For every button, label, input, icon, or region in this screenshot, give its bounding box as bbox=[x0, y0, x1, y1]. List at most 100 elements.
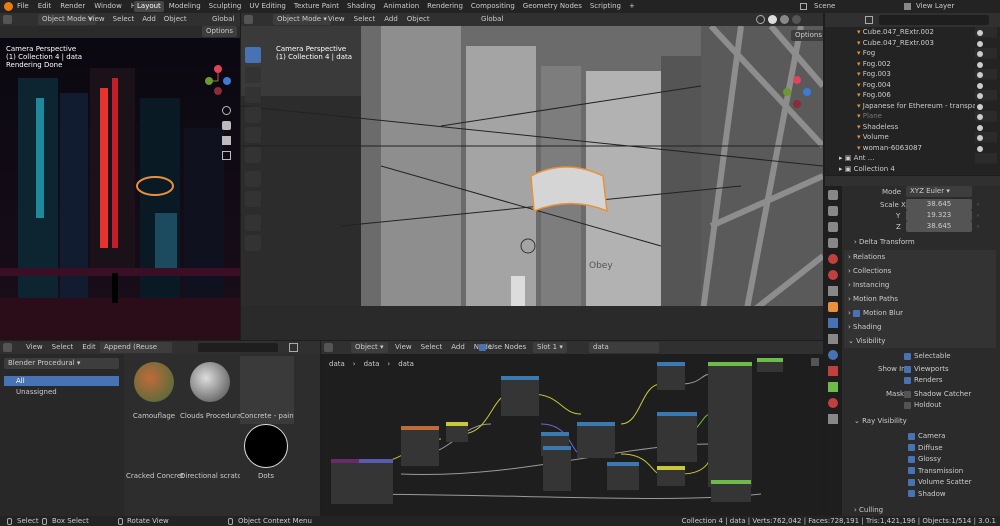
list-item[interactable]: ▾ Japanese for Ethereum - transparent bbox=[825, 101, 1000, 112]
tab-animation[interactable]: Animation bbox=[380, 1, 422, 12]
scene-tab-icon[interactable] bbox=[828, 254, 838, 264]
transmission-ray-checkbox[interactable]: Transmission bbox=[908, 467, 972, 475]
move-tool-icon[interactable] bbox=[245, 87, 261, 103]
eye-icon[interactable] bbox=[977, 145, 983, 152]
use-nodes-toggle[interactable]: Use Nodes bbox=[479, 343, 526, 352]
eye-icon[interactable] bbox=[977, 103, 983, 110]
tab-rendering[interactable]: Rendering bbox=[424, 1, 466, 12]
search-field[interactable] bbox=[879, 15, 989, 25]
add-cube-tool-icon[interactable] bbox=[245, 215, 261, 231]
menu-select[interactable]: Select bbox=[52, 341, 74, 354]
object-tab-icon[interactable] bbox=[828, 302, 838, 312]
list-item[interactable]: ▾ Plane bbox=[825, 111, 1000, 122]
slot-dropdown[interactable]: Slot 1 ▾ bbox=[533, 342, 567, 353]
lock-icon[interactable]: ◦ bbox=[976, 201, 980, 209]
section-visibility[interactable]: ⌄ Visibility bbox=[844, 334, 996, 348]
collection-row[interactable]: ▸ ▣ Collection 4 bbox=[825, 164, 1000, 175]
annotate-tool-icon[interactable] bbox=[245, 171, 261, 187]
select-box-tool-icon[interactable] bbox=[245, 47, 261, 63]
menu-select[interactable]: Select bbox=[421, 341, 443, 354]
tab-scripting[interactable]: Scripting bbox=[587, 1, 624, 12]
rotation-mode-dropdown[interactable]: XYZ Euler ▾ bbox=[906, 186, 972, 197]
tool-tab-icon[interactable] bbox=[828, 190, 838, 200]
eye-icon[interactable] bbox=[977, 40, 983, 47]
tab-modeling[interactable]: Modeling bbox=[166, 1, 204, 12]
list-item[interactable]: ▾ woman-6063087 bbox=[825, 143, 1000, 154]
constraints-tab-icon[interactable] bbox=[828, 366, 838, 376]
catalog-all[interactable]: All bbox=[4, 376, 119, 386]
menu-view[interactable]: View bbox=[395, 341, 412, 354]
cursor-tool-icon[interactable] bbox=[245, 67, 261, 83]
menu-object[interactable]: Object bbox=[407, 13, 430, 26]
particles-tab-icon[interactable] bbox=[828, 334, 838, 344]
material-dropdown[interactable]: data bbox=[589, 342, 659, 353]
tab-shading[interactable]: Shading bbox=[344, 1, 378, 12]
holdout-checkbox-row[interactable]: Holdout bbox=[904, 401, 941, 409]
collection-row[interactable]: ▸ ▣ Ant ... bbox=[825, 153, 1000, 164]
texture-tab-icon[interactable] bbox=[828, 414, 838, 424]
shadow-ray-checkbox[interactable]: Shadow bbox=[908, 490, 972, 498]
diffuse-ray-checkbox[interactable]: Diffuse bbox=[908, 444, 972, 452]
menu-object[interactable]: Object bbox=[164, 13, 187, 26]
menu-view[interactable]: View bbox=[328, 13, 345, 26]
list-item[interactable]: ▾ Fog.006 bbox=[825, 90, 1000, 101]
viewports-checkbox-row[interactable]: Viewports bbox=[904, 365, 949, 373]
modifier-tab-icon[interactable] bbox=[828, 318, 838, 328]
collection-tab-icon[interactable] bbox=[828, 286, 838, 296]
tab-compositing[interactable]: Compositing bbox=[468, 1, 518, 12]
renders-checkbox-row[interactable]: Renders bbox=[904, 376, 943, 384]
navigation-gizmo[interactable] bbox=[203, 63, 233, 99]
tab-geometry-nodes[interactable]: Geometry Nodes bbox=[520, 1, 585, 12]
scale-tool-icon[interactable] bbox=[245, 127, 261, 143]
menu-window[interactable]: Window bbox=[94, 0, 122, 13]
hand-icon[interactable] bbox=[222, 121, 231, 130]
asset-item[interactable]: Directional scratch... bbox=[180, 426, 240, 488]
glossy-ray-checkbox[interactable]: Glossy bbox=[908, 455, 972, 463]
material-shading-icon[interactable] bbox=[780, 15, 789, 24]
view-layer-tab-icon[interactable] bbox=[828, 238, 838, 248]
eye-icon[interactable] bbox=[977, 124, 983, 131]
section-relations[interactable]: › Relations bbox=[844, 250, 996, 264]
holdout-checkbox[interactable] bbox=[904, 401, 911, 409]
asset-item[interactable]: Camouflage bbox=[128, 358, 180, 424]
tab-uv-editing[interactable]: UV Editing bbox=[246, 1, 289, 12]
menu-view[interactable]: View bbox=[88, 13, 105, 26]
object-mode-dropdown[interactable]: Object Mode ▾ bbox=[273, 14, 331, 25]
navigation-gizmo[interactable] bbox=[781, 74, 813, 110]
renders-checkbox[interactable] bbox=[904, 376, 911, 384]
main-viewport[interactable]: Obey Camera Perspective (1) Collection 4… bbox=[241, 26, 823, 340]
menu-edit[interactable]: Edit bbox=[38, 0, 52, 13]
culling-panel[interactable]: › Culling bbox=[854, 506, 883, 514]
menu-render[interactable]: Render bbox=[60, 0, 85, 13]
n-panel-icon[interactable] bbox=[811, 358, 819, 366]
grid-icon[interactable] bbox=[222, 151, 231, 160]
shadow-catcher-checkbox[interactable] bbox=[904, 390, 911, 398]
scale-y-field[interactable]: 19.323 bbox=[906, 210, 972, 221]
menu-add[interactable]: Add bbox=[451, 341, 465, 354]
wireframe-shading-icon[interactable] bbox=[756, 15, 765, 24]
orientation-dropdown[interactable]: Global bbox=[212, 13, 234, 26]
list-item[interactable]: ▾ Fog.004 bbox=[825, 80, 1000, 91]
physics-tab-icon[interactable] bbox=[828, 350, 838, 360]
editor-type-icon[interactable] bbox=[244, 15, 253, 24]
list-item[interactable]: ▾ Fog bbox=[825, 48, 1000, 59]
editor-type-icon[interactable] bbox=[324, 343, 333, 352]
section-shading[interactable]: › Shading bbox=[844, 320, 996, 334]
blender-logo-icon[interactable] bbox=[4, 2, 13, 11]
options-button[interactable]: Options bbox=[202, 26, 238, 37]
eye-icon[interactable] bbox=[977, 135, 983, 141]
solid-shading-icon[interactable] bbox=[768, 15, 777, 24]
list-item[interactable]: ▾ Fog.002 bbox=[825, 59, 1000, 70]
asset-item[interactable]: Clouds Procedural ... bbox=[180, 358, 240, 424]
asset-item[interactable]: Concrete - painted ... bbox=[240, 356, 294, 424]
eye-icon[interactable] bbox=[977, 72, 983, 78]
menu-add[interactable]: Add bbox=[142, 13, 156, 26]
menu-add[interactable]: Add bbox=[384, 13, 398, 26]
eye-icon[interactable] bbox=[977, 51, 983, 57]
eye-icon[interactable] bbox=[977, 30, 983, 36]
list-item[interactable]: ▾ Fog.003 bbox=[825, 69, 1000, 80]
lock-icon[interactable]: ◦ bbox=[976, 212, 980, 220]
menu-select[interactable]: Select bbox=[113, 13, 135, 26]
volume-scatter-ray-checkbox[interactable]: Volume Scatter bbox=[908, 478, 972, 486]
shadow-catcher-checkbox-row[interactable]: Shadow Catcher bbox=[904, 390, 971, 398]
